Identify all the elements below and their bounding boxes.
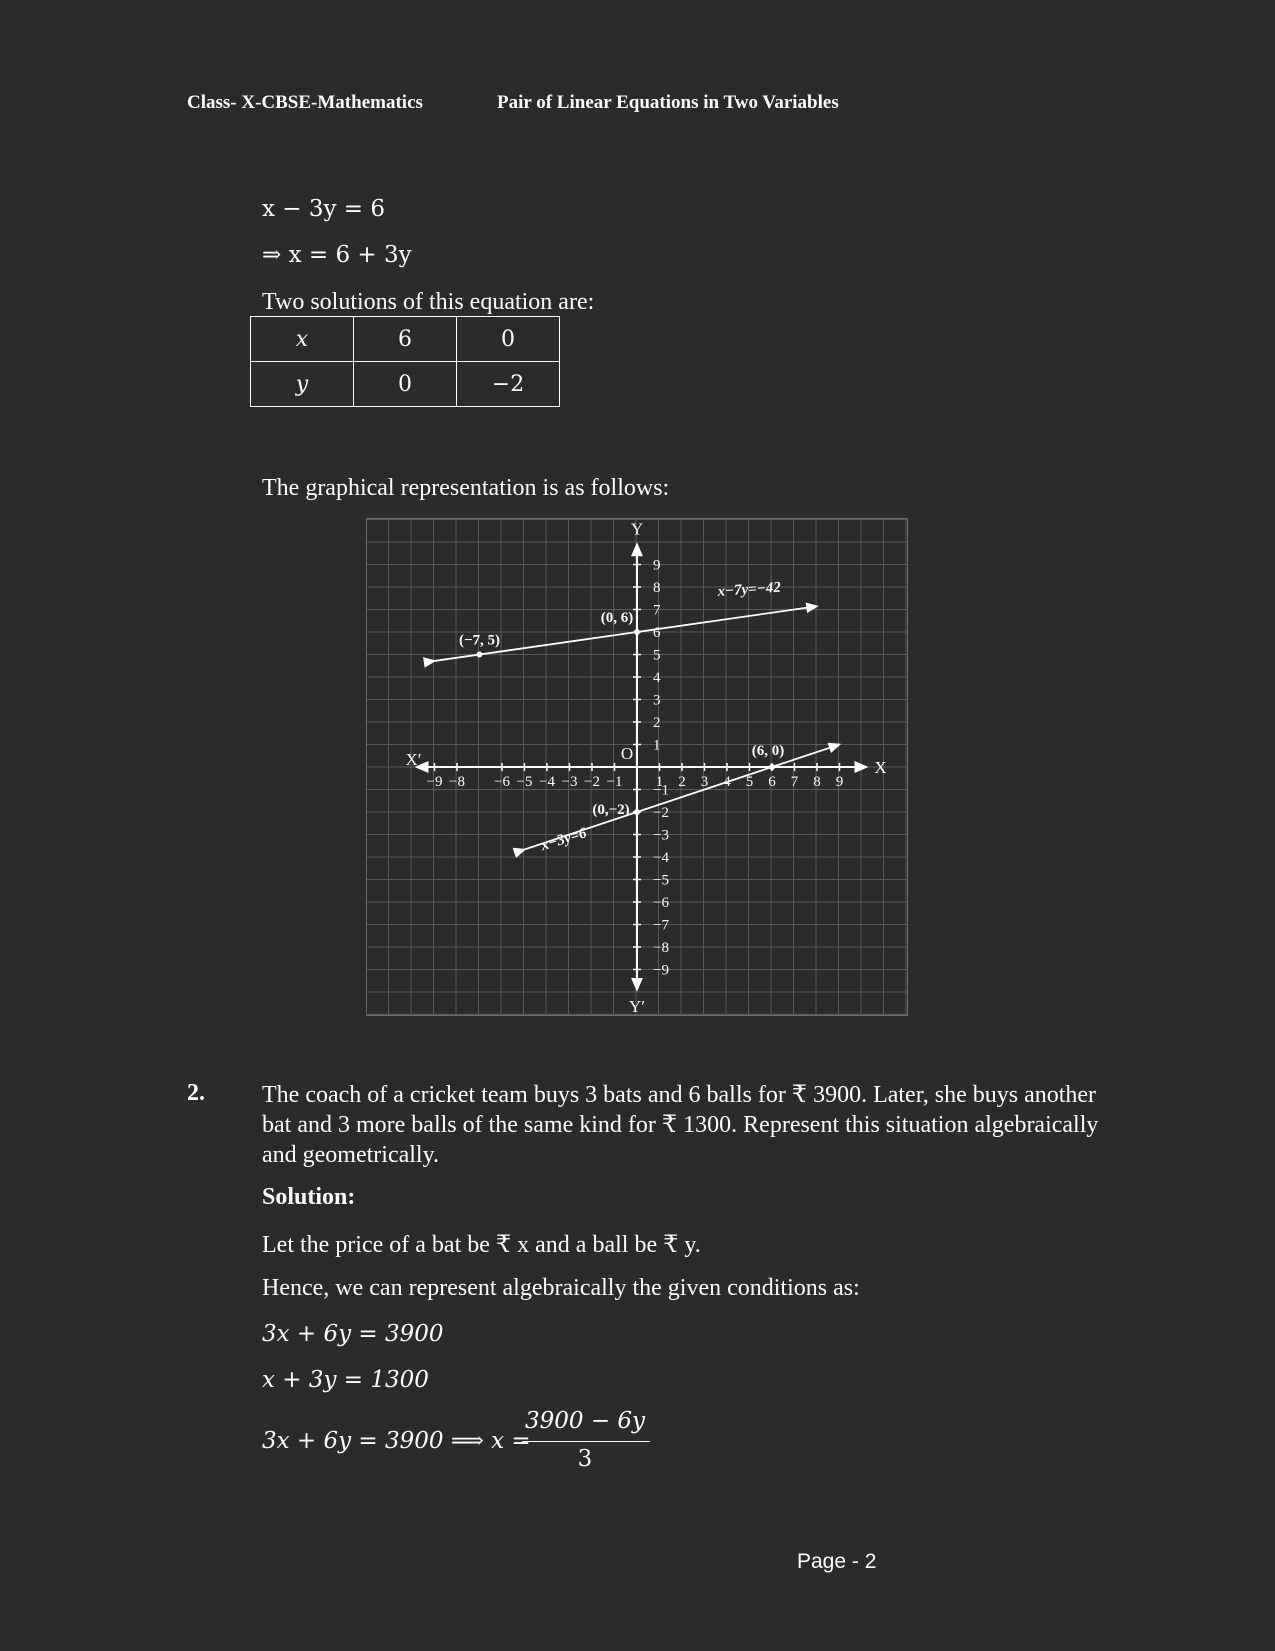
graph: −9−8−6−5−4−3−2−1123456789987654321−1−2−3…: [366, 518, 908, 1016]
page-number: Page - 2: [797, 1550, 877, 1573]
x-tick-label: −9: [427, 774, 443, 790]
fraction-denominator: 3: [577, 1446, 593, 1472]
hence-line: Hence, we can represent algebraically th…: [262, 1275, 860, 1301]
y-tick-label: 3: [653, 693, 661, 709]
y-tick-label: 4: [653, 670, 661, 686]
x-tick-label: 8: [813, 774, 821, 790]
y-tick-label: 7: [653, 603, 661, 619]
fraction-numerator: 3900 − 6y: [524, 1408, 646, 1434]
let-line: Let the price of a bat be ₹ x and a ball…: [262, 1232, 701, 1258]
y-tick-label: 8: [653, 580, 661, 596]
y-tick-label: 6: [653, 625, 661, 641]
fraction-bar: [522, 1441, 650, 1442]
y-tick-label: −4: [653, 850, 669, 866]
y-tick-label: −5: [653, 873, 669, 889]
equation-line: 3x + 6y = 3900: [262, 1321, 444, 1347]
table-cell: 6: [353, 316, 457, 362]
data-point: [769, 764, 775, 770]
y-tick-label: −8: [653, 940, 669, 956]
x-tick-label: −4: [539, 774, 555, 790]
y-tick-label: 5: [653, 648, 661, 664]
y-tick-label: −1: [653, 783, 669, 799]
data-point: [634, 809, 640, 815]
header-subject: Class- X-CBSE-Mathematics: [187, 92, 423, 113]
y-tick-label: −3: [653, 828, 669, 844]
equation-line: ⇒ x = 6 + 3y: [262, 242, 412, 268]
y-tick-label: 2: [653, 715, 661, 731]
x-tick-label: −3: [562, 774, 578, 790]
y-tick-label: −6: [653, 895, 669, 911]
graph-intro: The graphical representation is as follo…: [262, 475, 670, 501]
x-tick-label: 7: [791, 774, 799, 790]
data-point: [634, 629, 640, 635]
x-tick-label: 2: [678, 774, 686, 790]
question-text: The coach of a cricket team buys 3 bats …: [262, 1082, 1099, 1168]
series-label: x−7y=−42: [716, 580, 782, 600]
point-label: (0,−2): [592, 802, 629, 818]
y-neg-axis-label: Y′: [629, 997, 645, 1016]
x-axis-label: X: [874, 758, 886, 777]
equation-line: x − 3y = 6: [262, 196, 386, 222]
x-tick-label: 6: [768, 774, 776, 790]
x-neg-axis-label: X′: [406, 750, 422, 769]
table-cell: 0: [353, 361, 457, 407]
table-cell: 0: [456, 316, 560, 362]
x-tick-label: −8: [449, 774, 465, 790]
solutions-intro: Two solutions of this equation are:: [262, 289, 595, 315]
x-tick-label: −2: [584, 774, 600, 790]
x-tick-label: 5: [746, 774, 754, 790]
solutions-table: x 6 0 y 0 −2: [250, 316, 560, 407]
table-row: y 0 −2: [250, 361, 560, 407]
table-cell-label: x: [250, 316, 354, 362]
point-label: (−7, 5): [459, 633, 500, 649]
header-chapter: Pair of Linear Equations in Two Variable…: [497, 92, 839, 113]
equation-line: x + 3y = 1300: [262, 1367, 429, 1393]
y-tick-label: 9: [653, 558, 661, 574]
x-tick-label: −6: [494, 774, 510, 790]
x-tick-label: 3: [701, 774, 709, 790]
origin-label: O: [621, 744, 633, 763]
y-tick-label: −7: [653, 918, 669, 934]
derivation-lhs: 3x + 6y = 3900 ⟹ x =: [262, 1428, 531, 1454]
table-cell-label: y: [250, 361, 354, 407]
table-row: x 6 0: [250, 316, 560, 362]
y-tick-label: −2: [653, 805, 669, 821]
y-tick-label: −9: [653, 963, 669, 979]
x-tick-label: −5: [517, 774, 533, 790]
question-number: 2.: [187, 1080, 205, 1106]
point-label: (0, 6): [601, 610, 634, 626]
y-axis-label: Y: [631, 519, 643, 538]
table-cell: −2: [456, 361, 560, 407]
solution-label: Solution:: [262, 1184, 356, 1210]
point-label: (6, 0): [752, 743, 785, 759]
data-point: [476, 651, 483, 658]
x-tick-label: −1: [607, 774, 623, 790]
x-tick-label: 9: [836, 774, 844, 790]
y-tick-label: 1: [653, 738, 661, 754]
